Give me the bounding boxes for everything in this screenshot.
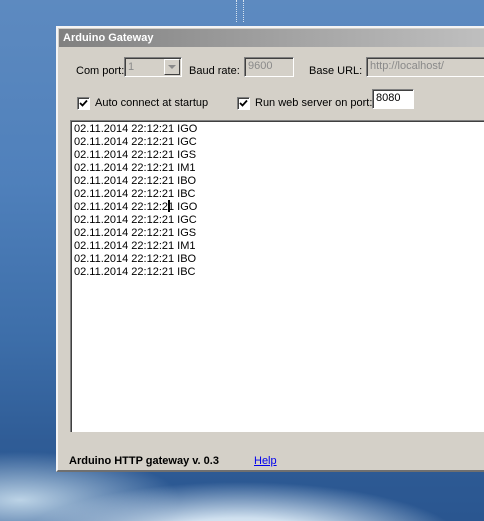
base-url-field[interactable]: http://localhost/ — [366, 57, 484, 77]
auto-connect-checkbox[interactable] — [77, 97, 90, 110]
com-port-label: Com port: — [76, 65, 125, 77]
help-link[interactable]: Help — [254, 455, 277, 467]
text-caret — [168, 200, 170, 212]
log-line: 02.11.2014 22:12:21 IBC — [74, 188, 196, 200]
log-line: 02.11.2014 22:12:21 IBC — [74, 266, 196, 278]
com-port-value: 1 — [128, 61, 135, 73]
log-line: 02.11.2014 22:12:21 IGC — [74, 136, 197, 148]
log-line: 02.11.2014 22:12:21 IM1 — [74, 162, 196, 174]
main-window: Arduino Gateway Com port: 1 Baud rate: 9… — [56, 26, 484, 472]
web-server-port-field[interactable]: 8080 — [372, 89, 414, 109]
log-line: 02.11.2014 22:12:21 IGS — [74, 149, 197, 161]
desktop-dotted-marker — [236, 0, 244, 22]
log-line: 02.11.2014 22:12:21 IGO — [74, 123, 198, 135]
checkmark-icon — [79, 99, 88, 107]
log-line: 02.11.2014 22:12:21 IGC — [74, 214, 197, 226]
checkmark-icon — [239, 99, 248, 107]
chevron-down-icon[interactable] — [164, 59, 180, 75]
baud-rate-label: Baud rate: — [189, 65, 240, 77]
web-server-checkbox[interactable] — [237, 97, 250, 110]
log-line: 02.11.2014 22:12:21 IM1 — [74, 240, 196, 252]
log-line: 02.11.2014 22:12:21 IBO — [74, 253, 197, 265]
web-server-label: Run web server on port: — [255, 97, 373, 109]
log-textarea[interactable]: 02.11.2014 22:12:21 IGO 02.11.2014 22:12:… — [70, 120, 484, 432]
title-bar[interactable]: Arduino Gateway — [59, 29, 484, 47]
window-title: Arduino Gateway — [63, 32, 154, 44]
log-line: 02.11.2014 22:12:21 IGS — [74, 227, 197, 239]
status-text: Arduino HTTP gateway v. 0.3 — [69, 455, 219, 467]
log-line: 02.11.2014 22:12:21 IGO — [74, 201, 198, 213]
base-url-label: Base URL: — [309, 65, 363, 77]
auto-connect-label: Auto connect at startup — [95, 97, 209, 109]
log-line: 02.11.2014 22:12:21 IBO — [74, 175, 197, 187]
baud-rate-field[interactable]: 9600 — [244, 57, 294, 77]
com-port-select[interactable]: 1 — [124, 57, 182, 77]
